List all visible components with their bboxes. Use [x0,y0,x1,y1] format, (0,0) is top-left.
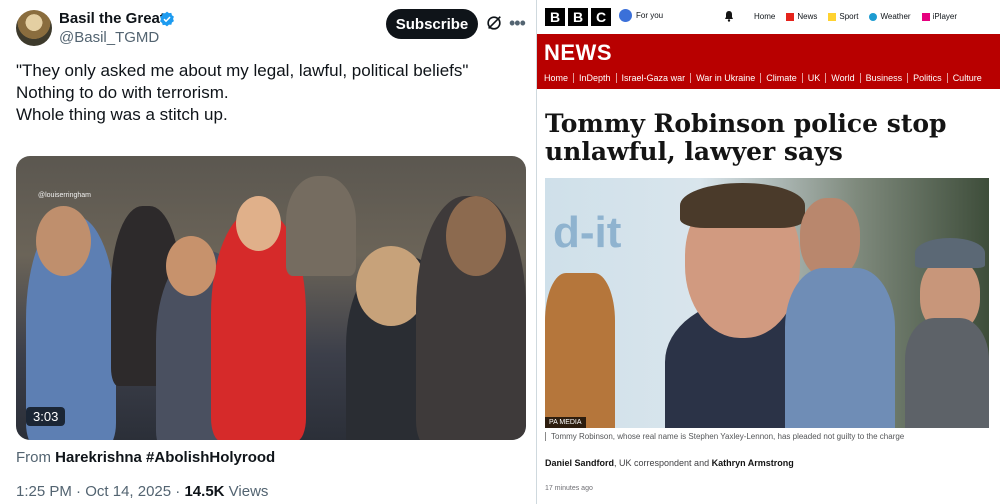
news-nav-item[interactable]: UK [801,73,826,83]
nav-news-label: News [797,12,818,21]
quote-source: From Harekrishna #AbolishHolyrood [16,449,275,466]
bbc-logo-letter: B [545,8,565,26]
news-header-band: NEWS Home InDepth Israel-Gaza war War in… [537,34,1000,89]
handle[interactable]: @Basil_TGMD [59,29,159,46]
news-nav-item[interactable]: Climate [760,73,802,83]
user-icon [619,9,632,22]
sport-icon [828,12,837,21]
news-nav-item[interactable]: War in Ukraine [690,73,760,83]
news-section-title[interactable]: NEWS [544,40,612,66]
weather-icon [869,12,878,21]
article-photo: d-it PA MEDIA [545,178,989,428]
tweet-meta: 1:25 PM · Oct 14, 2025 · 14.5K Views [16,483,269,500]
avatar[interactable] [16,10,52,46]
news-nav-item[interactable]: Politics [907,73,947,83]
video-duration: 3:03 [26,407,66,426]
news-nav-item[interactable]: Home [544,73,573,83]
for-you-label: For you [636,11,664,20]
nav-home-label: Home [754,12,776,21]
from-source-link[interactable]: Harekrishna #AbolishHolyrood [55,449,275,466]
video-watermark: @louiserringham [38,192,92,199]
tweet-time[interactable]: 1:25 PM [16,483,72,500]
tweet-text: "They only asked me about my legal, lawf… [16,60,516,126]
nav-weather[interactable]: Weather [869,12,911,21]
verified-badge-icon [160,11,174,27]
tweet-text-line: Whole thing was a stitch up. [16,105,228,124]
views-count: 14.5K [184,483,225,500]
nav-news[interactable]: News [786,12,817,21]
bbc-top-nav: Home News Sport Weather iPlayer [754,12,957,21]
nav-iplayer[interactable]: iPlayer [921,12,958,21]
photo-credit: PA MEDIA [545,417,586,428]
subscribe-button[interactable]: Subscribe [386,9,478,39]
bell-icon[interactable] [723,10,735,22]
article-timestamp: 17 minutes ago [545,485,593,492]
bbc-logo-letter: C [591,8,611,26]
news-icon [786,12,795,21]
from-label: From [16,449,51,466]
tweet-date[interactable]: Oct 14, 2025 [85,483,171,500]
news-nav: Home InDepth Israel-Gaza war War in Ukra… [544,73,987,83]
tweet-panel: Basil the Great @Basil_TGMD Subscribe ••… [0,0,536,504]
news-nav-item[interactable]: InDepth [573,73,616,83]
nav-iplayer-label: iPlayer [932,12,958,21]
tweet-text-line: "They only asked me about my legal, lawf… [16,61,469,80]
display-name[interactable]: Basil the Great [59,10,165,27]
news-nav-item[interactable]: Israel-Gaza war [615,73,691,83]
bbc-article-panel: B B C For you Home News Sport Weather iP… [537,0,1000,504]
news-nav-item[interactable]: World [825,73,859,83]
article-headline: Tommy Robinson police stop unlawful, law… [545,109,947,166]
nav-sport[interactable]: Sport [828,12,858,21]
for-you-link[interactable]: For you [619,9,663,22]
nav-sport-label: Sport [839,12,859,21]
nav-weather-label: Weather [880,12,911,21]
more-options-icon[interactable]: ••• [509,13,527,34]
author-link[interactable]: Kathryn Armstrong [712,458,794,468]
iplayer-icon [921,12,930,21]
tweet-text-line: Nothing to do with terrorism. [16,83,229,102]
views-label: Views [228,483,269,500]
grok-icon[interactable] [485,14,503,32]
article-byline: Daniel Sandford, UK correspondent and Ka… [545,458,794,468]
photo-caption: Tommy Robinson, whose real name is Steph… [545,432,904,441]
author-link[interactable]: Daniel Sandford [545,458,614,468]
news-nav-item[interactable]: Business [859,73,908,83]
news-nav-item[interactable]: Culture [946,73,987,83]
author-role: , UK correspondent and [614,458,712,468]
nav-home[interactable]: Home [754,12,775,21]
video-player[interactable]: @louiserringham 3:03 [16,156,526,440]
bbc-logo[interactable]: B B C [545,8,611,26]
bbc-logo-letter: B [568,8,588,26]
